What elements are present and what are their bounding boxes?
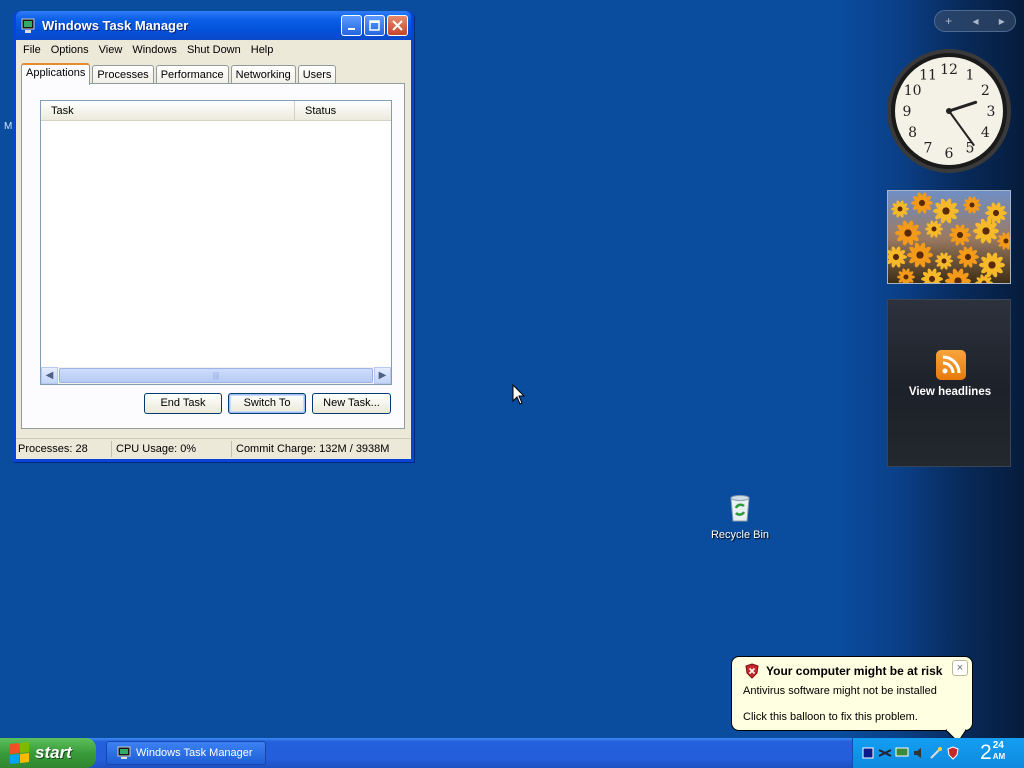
balloon-hint: Click this balloon to fix this problem. (743, 711, 918, 723)
sidebar-controls: + ◂ ▸ (934, 10, 1016, 32)
tab-applications[interactable]: Applications (21, 63, 91, 85)
task-manager-window: Windows Task Manager File Options View W… (13, 11, 414, 462)
scroll-right-icon[interactable]: ▶ (374, 367, 391, 384)
minimize-icon (347, 27, 355, 30)
maximize-button[interactable] (364, 15, 385, 36)
next-page-icon[interactable]: ▸ (999, 14, 1005, 28)
add-gadget-button[interactable]: + (945, 14, 952, 28)
status-processes: Processes: 28 (16, 441, 112, 457)
start-button[interactable]: start (0, 738, 96, 768)
horizontal-scrollbar[interactable]: ◀ ||| ▶ (41, 367, 391, 384)
mouse-cursor-icon (512, 384, 526, 405)
task-manager-icon (117, 746, 131, 759)
security-balloon[interactable]: Your computer might be at risk × Antivir… (731, 656, 973, 731)
taskbar: start Windows Task Manager 2 24 AM (0, 738, 1024, 768)
clock-numeral: 11 (919, 68, 937, 84)
security-shield-icon (744, 663, 760, 682)
recycle-bin[interactable]: Recycle Bin (706, 492, 774, 541)
clock-minute-ampm: 24 AM (993, 740, 1005, 762)
menu-view[interactable]: View (94, 44, 128, 56)
tools-icon[interactable] (929, 746, 943, 760)
status-commit: Commit Charge: 132M / 3938M (236, 443, 390, 455)
security-alert-icon[interactable] (946, 746, 960, 760)
scroll-left-icon[interactable]: ◀ (41, 367, 58, 384)
flowers-photo (888, 191, 1010, 283)
status-cpu: CPU Usage: 0% (112, 441, 232, 457)
clock-numeral: 4 (981, 125, 990, 141)
clock-numeral: 7 (924, 140, 933, 156)
clock-numeral: 1 (966, 68, 975, 84)
tab-strip: Applications Processes Performance Netwo… (21, 63, 338, 85)
balloon-title: Your computer might be at risk (766, 664, 943, 678)
menu-shut-down[interactable]: Shut Down (182, 44, 246, 56)
taskbar-button-label: Windows Task Manager (136, 747, 253, 759)
display-icon[interactable] (895, 746, 909, 760)
clock-gadget[interactable]: 12 1 2 3 4 5 6 7 8 9 10 11 (886, 48, 1012, 174)
scroll-thumb[interactable]: ||| (59, 368, 373, 383)
clock-numeral: 10 (904, 83, 922, 99)
prev-page-icon[interactable]: ◂ (972, 14, 978, 28)
clock-ampm: AM (992, 752, 1006, 761)
window-title: Windows Task Manager (42, 18, 189, 33)
menu-windows[interactable]: Windows (127, 44, 182, 56)
rss-icon (936, 350, 966, 380)
list-header: Task Status (41, 101, 391, 121)
feed-headlines-gadget[interactable]: View headlines (887, 299, 1011, 467)
clock-numeral: 12 (940, 62, 958, 78)
clock-numeral: 9 (903, 104, 912, 120)
end-task-button[interactable]: End Task (144, 393, 222, 414)
balloon-close-button[interactable]: × (952, 660, 968, 676)
minimize-button[interactable] (341, 15, 362, 36)
tab-performance[interactable]: Performance (155, 65, 229, 84)
column-status[interactable]: Status (295, 101, 391, 120)
menu-file[interactable]: File (18, 44, 46, 56)
clock-minute: 24 (992, 740, 1004, 751)
clock-hour: 2 (980, 741, 992, 764)
tab-networking[interactable]: Networking (230, 65, 296, 84)
sound-icon[interactable] (912, 746, 926, 760)
start-label: start (35, 743, 72, 762)
windows-logo-icon (10, 742, 30, 765)
task-manager-icon (20, 18, 36, 34)
desktop-partial-text: M (4, 121, 13, 132)
blue-square-icon[interactable] (861, 746, 875, 760)
menu-options[interactable]: Options (46, 44, 94, 56)
view-headlines-link[interactable]: View headlines (888, 386, 1012, 398)
recycle-bin-label: Recycle Bin (710, 529, 770, 541)
taskbar-clock[interactable]: 2 24 AM (980, 740, 1005, 766)
title-bar[interactable]: Windows Task Manager (16, 11, 411, 40)
menu-bar: File Options View Windows Shut Down Help (16, 40, 411, 59)
balloon-message: Antivirus software might not be installe… (743, 685, 937, 697)
close-icon (392, 20, 403, 31)
window-body: File Options View Windows Shut Down Help… (16, 40, 411, 459)
tab-processes[interactable]: Processes (92, 65, 154, 84)
status-bar: Processes: 28 CPU Usage: 0% Commit Charg… (16, 438, 411, 459)
switch-to-button[interactable]: Switch To (228, 393, 306, 414)
tab-users[interactable]: Users (297, 65, 337, 84)
recycle-bin-icon (730, 495, 750, 522)
clock-numeral: 3 (987, 104, 996, 120)
applications-panel: Task Status ◀ ||| ▶ End Task Switch To N… (21, 83, 405, 429)
new-task-button[interactable]: New Task... (312, 393, 391, 414)
clock-numeral: 8 (908, 125, 917, 141)
taskbar-button-task-manager[interactable]: Windows Task Manager (106, 741, 266, 765)
slideshow-gadget[interactable] (887, 190, 1011, 284)
column-task[interactable]: Task (41, 101, 295, 120)
close-button[interactable] (387, 15, 408, 36)
menu-help[interactable]: Help (246, 44, 279, 56)
network-icon[interactable] (878, 746, 892, 760)
maximize-icon (369, 20, 380, 31)
task-list[interactable]: Task Status ◀ ||| ▶ (40, 100, 392, 385)
clock-numeral: 6 (945, 146, 954, 162)
clock-numeral: 2 (981, 83, 990, 99)
